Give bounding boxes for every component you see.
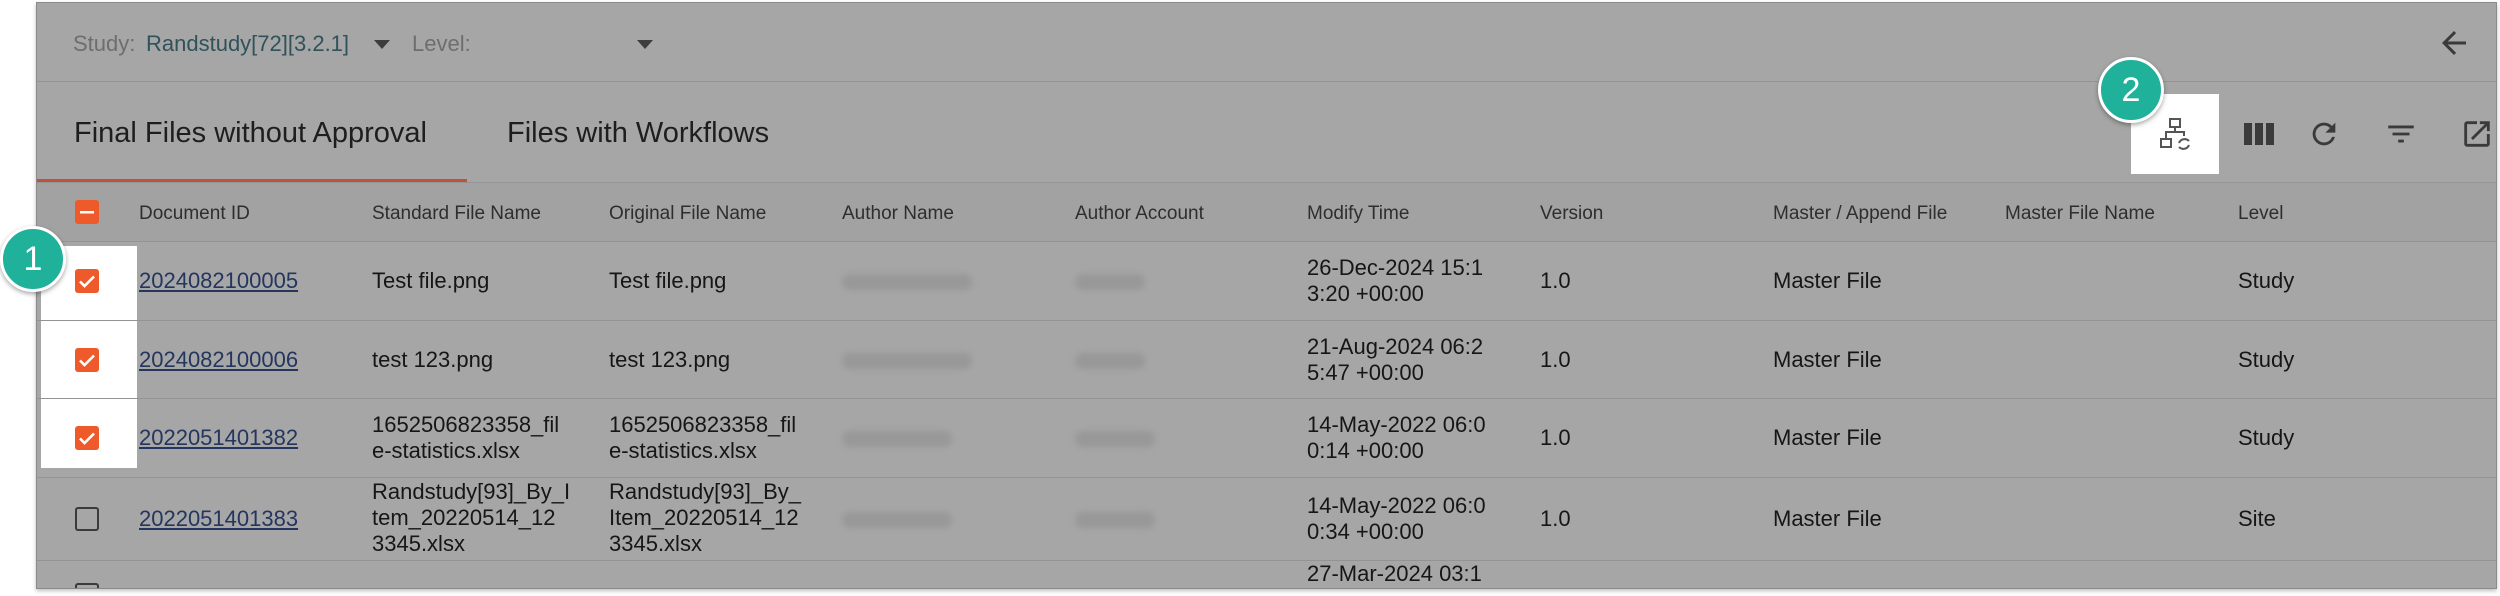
author-account-redacted — [1075, 353, 1145, 369]
author-name-redacted — [842, 512, 952, 528]
version: 1.0 — [1540, 506, 1571, 531]
author-name-redacted — [842, 353, 972, 369]
header-version[interactable]: Version — [1540, 203, 1603, 225]
level: Site — [2238, 506, 2276, 531]
master-append-file: Master File — [1773, 347, 1882, 372]
master-append-file: Master File — [1773, 506, 1882, 531]
table-row[interactable]: 2022051401383 Randstudy[93]_By_I tem_202… — [37, 478, 2496, 561]
check-icon — [79, 354, 95, 367]
export-button[interactable] — [2455, 112, 2499, 156]
original-file-name: Test file.png — [609, 268, 727, 293]
version: 1.0 — [1540, 347, 1571, 372]
author-name-redacted — [842, 274, 972, 290]
level: Study — [2238, 268, 2295, 293]
modify-time-line1: 14-May-2022 06:0 — [1307, 412, 1486, 437]
document-id-link[interactable]: 2022051401382 — [139, 425, 298, 451]
select-all-checkbox[interactable] — [75, 200, 99, 224]
workflow-sync-icon — [2160, 118, 2190, 150]
original-file-name-line2: e-statistics.xlsx — [609, 438, 757, 463]
level-label: Level: — [412, 31, 471, 56]
indeterminate-icon — [80, 211, 94, 214]
original-file-name-line2: Item_20220514_12 — [609, 505, 799, 530]
version: 1.0 — [1540, 268, 1571, 293]
author-name-redacted — [842, 431, 952, 447]
callout-badge: 2 — [2098, 57, 2164, 123]
master-append-file: Master File — [1773, 425, 1882, 450]
export-icon — [2464, 121, 2490, 147]
check-icon — [79, 275, 95, 288]
modify-time-line1: 27-Mar-2024 03:1 — [1307, 561, 1482, 586]
level: Study — [2238, 425, 2295, 450]
document-id-link[interactable]: 2024082100006 — [139, 347, 298, 373]
modify-time-line1: 21-Aug-2024 06:2 — [1307, 334, 1484, 359]
header-original-file-name[interactable]: Original File Name — [609, 203, 766, 225]
row-checkbox[interactable] — [75, 583, 99, 588]
original-file-name-line3: 3345.xlsx — [609, 531, 702, 556]
table-row[interactable]: 2022051401382 1652506823358_fil e-statis… — [37, 399, 2496, 478]
modify-time-line2: 0:14 +00:00 — [1307, 438, 1424, 463]
modify-time-line2: 5:47 +00:00 — [1307, 360, 1424, 385]
header-standard-file-name[interactable]: Standard File Name — [372, 203, 541, 225]
refresh-icon — [2312, 122, 2336, 146]
standard-file-name: Test file.png — [372, 268, 490, 293]
modify-time-line1: 14-May-2022 06:0 — [1307, 493, 1486, 518]
original-file-name: test 123.png — [609, 347, 731, 372]
table-row[interactable]: 2024082100005 Test file.png Test file.pn… — [37, 242, 2496, 321]
row-checkbox[interactable] — [75, 507, 99, 531]
row-checkbox[interactable] — [75, 348, 99, 372]
standard-file-name-line2: tem_20220514_12 — [372, 505, 556, 530]
standard-file-name-line1: Randstudy[93]_By_I — [372, 479, 571, 504]
author-account-redacted — [1075, 512, 1155, 528]
document-id-link[interactable]: 2024082100005 — [139, 268, 298, 294]
standard-file-name-line2: e-statistics.xlsx — [372, 438, 520, 463]
header-author-account[interactable]: Author Account — [1075, 203, 1204, 225]
table-row[interactable]: 2024082100006 test 123.png test 123.png … — [37, 321, 2496, 399]
columns-icon — [2244, 123, 2274, 145]
columns-button[interactable] — [2237, 112, 2281, 156]
original-file-name-line1: Randstudy[93]_By_ — [609, 479, 802, 504]
row-checkbox[interactable] — [75, 426, 99, 450]
study-dropdown-icon[interactable] — [374, 40, 390, 49]
author-account-redacted — [1075, 431, 1155, 447]
row-checkbox[interactable] — [75, 269, 99, 293]
header-master-file-name[interactable]: Master File Name — [2005, 203, 2155, 225]
study-label: Study: — [73, 31, 136, 56]
tab-final-files-without-approval[interactable]: Final Files without Approval — [74, 117, 427, 150]
level-dropdown-icon[interactable] — [637, 40, 653, 49]
header-author-name[interactable]: Author Name — [842, 203, 954, 225]
author-account-redacted — [1075, 274, 1145, 290]
callout-badge: 1 — [0, 226, 66, 292]
header-document-id[interactable]: Document ID — [139, 203, 250, 225]
tab-files-with-workflows[interactable]: Files with Workflows — [507, 117, 769, 150]
table-row[interactable]: 27-Mar-2024 03:1 — [37, 561, 2496, 588]
header-level[interactable]: Level — [2238, 203, 2283, 225]
level: Study — [2238, 347, 2295, 372]
document-id-link[interactable]: 2022051401383 — [139, 506, 298, 532]
standard-file-name-line3: 3345.xlsx — [372, 531, 465, 556]
original-file-name-line1: 1652506823358_fil — [609, 412, 797, 437]
modify-time-line2: 0:34 +00:00 — [1307, 519, 1424, 544]
standard-file-name: test 123.png — [372, 347, 494, 372]
modify-time-line1: 26-Dec-2024 15:1 — [1307, 255, 1484, 280]
version: 1.0 — [1540, 425, 1571, 450]
check-icon — [79, 432, 95, 445]
filter-icon — [2388, 125, 2414, 143]
standard-file-name-line1: 1652506823358_fil — [372, 412, 560, 437]
active-tab-indicator — [37, 179, 467, 182]
refresh-button[interactable] — [2302, 112, 2346, 156]
header-modify-time[interactable]: Modify Time — [1307, 203, 1409, 225]
table-header: Document ID Standard File Name Original … — [37, 183, 2496, 242]
filter-button[interactable] — [2379, 112, 2423, 156]
master-append-file: Master File — [1773, 268, 1882, 293]
back-arrow-icon[interactable] — [2436, 25, 2472, 61]
study-select[interactable]: Randstudy[72][3.2.1] — [146, 31, 349, 57]
header-master-append-file[interactable]: Master / Append File — [1773, 203, 1947, 225]
modify-time-line2: 3:20 +00:00 — [1307, 281, 1424, 306]
